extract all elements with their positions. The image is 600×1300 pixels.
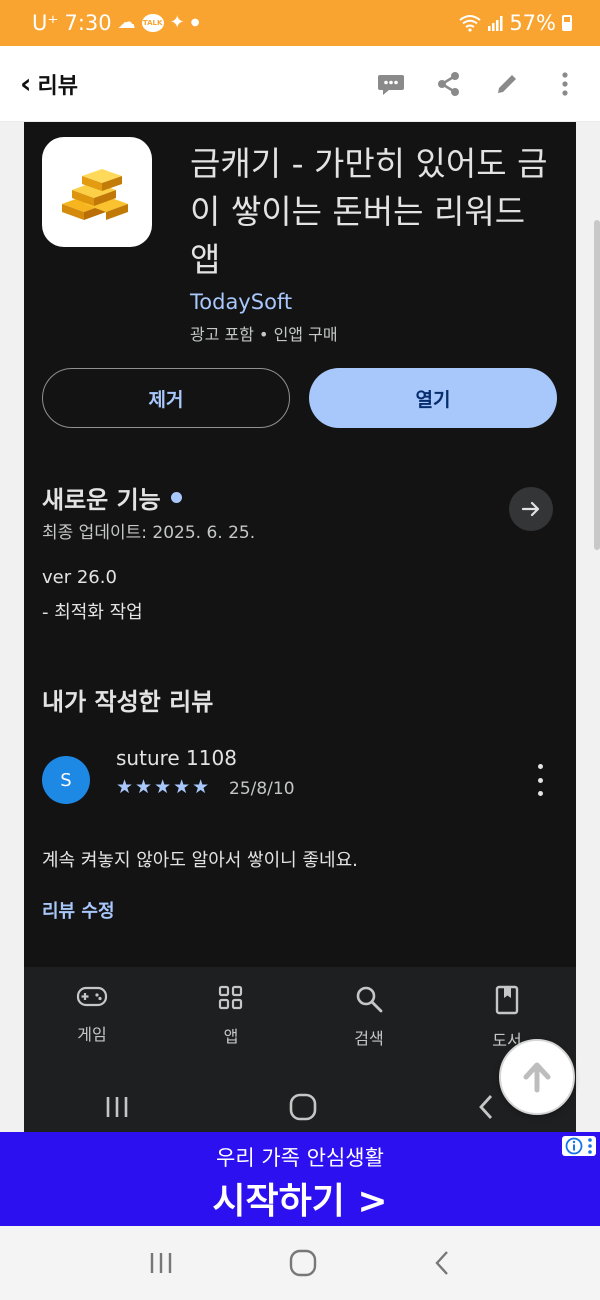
new-indicator-dot xyxy=(170,492,182,503)
nav-item-search[interactable]: 검색 xyxy=(329,985,409,1049)
more-vert-icon[interactable] xyxy=(550,69,580,99)
recent-apps-icon[interactable] xyxy=(104,1095,130,1119)
info-icon xyxy=(565,1137,583,1155)
developer-link[interactable]: TodaySoft xyxy=(190,290,292,314)
clock: 7:30 xyxy=(64,11,112,35)
app-icon xyxy=(42,137,152,247)
bottom-nav: 게임 앱 검색 도서 xyxy=(24,967,576,1132)
back-button[interactable]: ‹ 리뷰 xyxy=(20,68,78,100)
edit-pencil-icon[interactable] xyxy=(492,69,522,99)
nav-label-search: 검색 xyxy=(354,1029,384,1048)
my-review-heading: 내가 작성한 리뷰 xyxy=(42,688,214,716)
nav-item-apps[interactable]: 앱 xyxy=(191,985,271,1047)
wifi-icon xyxy=(459,15,481,32)
review-more-icon[interactable] xyxy=(532,764,548,796)
nav-item-games[interactable]: 게임 xyxy=(52,985,132,1045)
kakaotalk-icon: TALK xyxy=(141,14,164,32)
comment-icon[interactable] xyxy=(376,69,406,99)
remove-button[interactable]: 제거 xyxy=(42,368,290,428)
edit-review-link[interactable]: 리뷰 수정 xyxy=(42,897,115,923)
last-updated: 최종 업데이트: 2025. 6. 25. xyxy=(42,523,256,543)
review-screenshot: 금캐기 - 가만히 있어도 금이 쌓이는 돈버는 리워드 앱 TodaySoft… xyxy=(24,122,576,1132)
share-icon[interactable] xyxy=(434,69,464,99)
book-icon xyxy=(495,985,519,1015)
gold-bars-icon xyxy=(62,169,128,220)
nav-label-games: 게임 xyxy=(77,1025,107,1044)
reviewer-name: suture 1108 xyxy=(116,746,237,770)
apps-grid-icon xyxy=(218,985,243,1010)
battery-icon xyxy=(562,15,572,31)
status-bar: U⁺ 7:30 ☁ TALK ✦ ● 57% xyxy=(0,0,600,46)
home-icon[interactable] xyxy=(289,1093,317,1121)
battery-percent: 57% xyxy=(509,11,556,35)
app-title: 금캐기 - 가만히 있어도 금이 쌓이는 돈버는 리워드 앱 xyxy=(190,144,548,279)
review-text: 계속 켜놓지 않아도 알아서 쌓이니 좋네요. xyxy=(42,850,358,871)
review-date: 25/8/10 xyxy=(229,779,295,799)
recent-apps-icon[interactable] xyxy=(148,1251,174,1275)
chevron-left-icon: ‹ xyxy=(20,66,32,100)
back-nav-icon[interactable] xyxy=(432,1249,452,1277)
avatar: S xyxy=(42,756,90,804)
cloud-icon: ☁ xyxy=(117,12,136,33)
system-nav-bar xyxy=(0,1226,600,1300)
app-bar: ‹ 리뷰 xyxy=(0,46,600,122)
signal-icon xyxy=(488,16,503,31)
ad-line-2: 시작하기 > xyxy=(212,1181,388,1222)
version-text: ver 26.0 xyxy=(42,567,117,588)
back-label: 리뷰 xyxy=(37,73,79,99)
inner-system-nav xyxy=(24,1082,576,1132)
page-scrollbar[interactable] xyxy=(594,220,600,550)
gamepad-icon xyxy=(76,986,108,1007)
nav-label-apps: 앱 xyxy=(223,1027,239,1046)
scroll-to-top-button[interactable] xyxy=(499,1039,575,1115)
sparkle-icon: ✦ xyxy=(169,12,185,33)
ad-choices[interactable] xyxy=(562,1136,596,1156)
notification-dot-icon: ● xyxy=(190,17,200,28)
ad-menu-icon xyxy=(588,1138,592,1154)
app-meta: 광고 포함 • 인앱 구매 xyxy=(190,325,338,344)
search-icon xyxy=(356,986,383,1013)
ad-line-1: 우리 가족 안심생활 xyxy=(216,1146,384,1170)
whats-new-arrow-button[interactable] xyxy=(509,487,553,531)
star-rating: ★★★★★ xyxy=(116,776,212,798)
carrier-label: U⁺ xyxy=(32,11,59,35)
whats-new-title: 새로운 기능 xyxy=(42,486,161,514)
ad-banner[interactable]: 우리 가족 안심생활 시작하기 > xyxy=(0,1132,600,1226)
home-icon[interactable] xyxy=(289,1249,317,1277)
back-nav-icon[interactable] xyxy=(476,1093,496,1121)
update-note: - 최적화 작업 xyxy=(42,602,143,623)
arrow-up-icon xyxy=(523,1062,551,1093)
open-button[interactable]: 열기 xyxy=(309,368,557,428)
whats-new-heading: 새로운 기능 xyxy=(42,480,182,515)
arrow-right-icon xyxy=(521,501,540,517)
